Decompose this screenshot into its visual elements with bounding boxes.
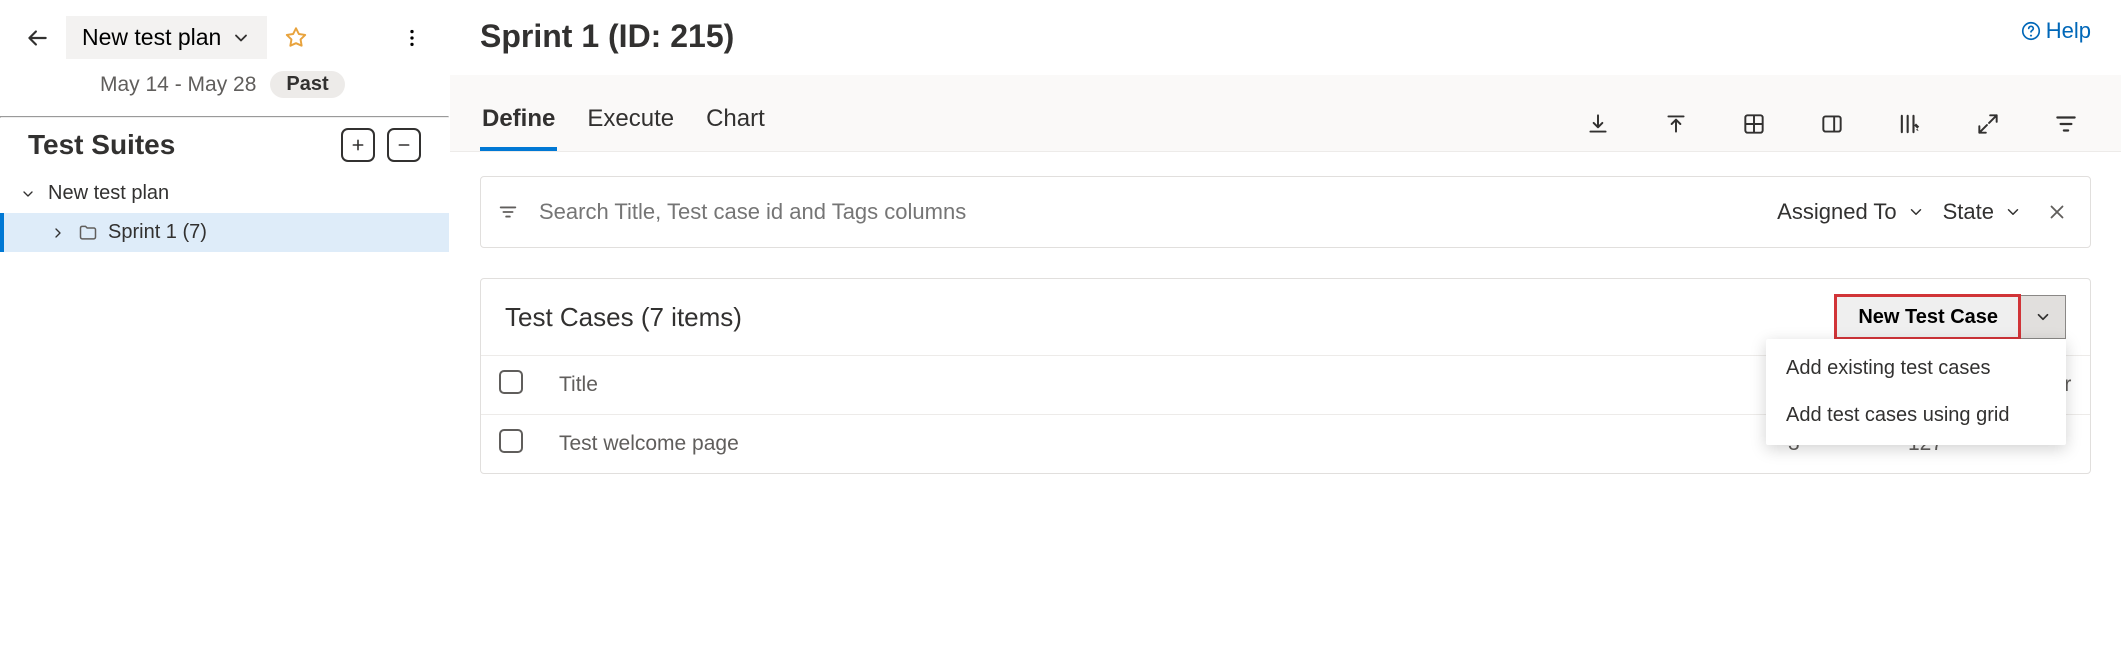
sidebar-header: New test plan: [0, 0, 449, 67]
filter-label: State: [1943, 199, 1994, 225]
filter-lines-icon: [497, 201, 519, 223]
arrow-left-icon: [24, 25, 50, 51]
menu-add-existing[interactable]: Add existing test cases: [1766, 345, 2066, 392]
suite-tree: New test plan Sprint 1 (7): [0, 168, 449, 252]
new-test-case-button[interactable]: New Test Case: [1835, 295, 2020, 339]
filter-label: Assigned To: [1777, 199, 1896, 225]
panel-icon: [1819, 111, 1845, 137]
close-icon: [2046, 201, 2068, 223]
add-suite-button[interactable]: [341, 128, 375, 162]
filter-icon: [2053, 111, 2079, 137]
plus-icon: [350, 137, 366, 153]
plan-name: New test plan: [82, 24, 221, 51]
search-input[interactable]: [537, 198, 1759, 226]
tab-define[interactable]: Define: [480, 97, 557, 151]
tree-item-label: Sprint 1 (7): [108, 221, 207, 244]
cell-title: Test welcome page: [541, 415, 1770, 474]
grid-view-button[interactable]: [1729, 99, 1779, 149]
menu-add-grid[interactable]: Add test cases using grid: [1766, 392, 2066, 439]
select-all-checkbox[interactable]: [499, 370, 523, 394]
test-cases-heading: Test Cases (7 items): [505, 302, 1835, 333]
favorite-button[interactable]: [277, 19, 315, 57]
chevron-down-icon: [231, 28, 251, 48]
new-test-case-split-button: New Test Case: [1835, 295, 2066, 339]
folder-icon: [78, 223, 98, 243]
tree-item-label: New test plan: [48, 182, 169, 205]
fullscreen-button[interactable]: [1963, 99, 2013, 149]
test-suites-title: Test Suites: [28, 129, 329, 161]
column-options-button[interactable]: [1885, 99, 1935, 149]
sidebar: New test plan May 14 - May 28 Past Test …: [0, 0, 450, 659]
new-test-case-dropdown[interactable]: [2020, 295, 2066, 339]
collapse-suites-button[interactable]: [387, 128, 421, 162]
tab-chart[interactable]: Chart: [704, 97, 767, 151]
chevron-right-icon: [48, 225, 68, 241]
search-bar: Assigned To State: [480, 176, 2091, 248]
row-checkbox[interactable]: [499, 429, 523, 453]
chevron-down-icon: [2004, 203, 2022, 221]
main-header: Sprint 1 (ID: 215) Help: [450, 0, 2121, 55]
plan-status-badge: Past: [270, 71, 344, 98]
grid-icon: [1741, 111, 1767, 137]
help-link[interactable]: Help: [2020, 18, 2091, 44]
assigned-to-filter[interactable]: Assigned To: [1777, 199, 1924, 225]
filter-button[interactable]: [2041, 99, 2091, 149]
expand-icon: [1975, 111, 2001, 137]
columns-icon: [1896, 110, 1924, 138]
new-test-case-menu: Add existing test cases Add test cases u…: [1766, 339, 2066, 445]
chevron-down-icon: [2034, 308, 2052, 326]
minus-icon: [396, 137, 412, 153]
download-icon: [1585, 111, 1611, 137]
side-panel-button[interactable]: [1807, 99, 1857, 149]
col-title[interactable]: Title: [541, 356, 1770, 415]
star-icon: [283, 25, 309, 51]
export-button[interactable]: [1573, 99, 1623, 149]
tabs-bar: Define Execute Chart: [450, 75, 2121, 152]
help-label: Help: [2046, 18, 2091, 44]
plan-subheader: May 14 - May 28 Past: [0, 67, 449, 116]
page-title: Sprint 1 (ID: 215): [480, 18, 2020, 55]
test-cases-panel: Test Cases (7 items) New Test Case Add e…: [480, 278, 2091, 474]
state-filter[interactable]: State: [1943, 199, 2022, 225]
plan-selector[interactable]: New test plan: [66, 16, 267, 59]
import-button[interactable]: [1651, 99, 1701, 149]
back-button[interactable]: [18, 19, 56, 57]
more-options-button[interactable]: [393, 19, 431, 57]
clear-filters-button[interactable]: [2040, 187, 2074, 237]
tab-execute[interactable]: Execute: [585, 97, 676, 151]
test-suites-header: Test Suites: [0, 118, 449, 168]
chevron-down-icon: [1907, 203, 1925, 221]
upload-icon: [1663, 111, 1689, 137]
plan-date-range: May 14 - May 28: [100, 73, 256, 97]
tree-child-item[interactable]: Sprint 1 (7): [0, 213, 449, 252]
tree-root-item[interactable]: New test plan: [0, 174, 449, 213]
chevron-down-icon: [18, 186, 38, 202]
main-content: Sprint 1 (ID: 215) Help Define Execute C…: [450, 0, 2121, 659]
help-icon: [2020, 20, 2042, 42]
kebab-icon: [401, 27, 423, 49]
